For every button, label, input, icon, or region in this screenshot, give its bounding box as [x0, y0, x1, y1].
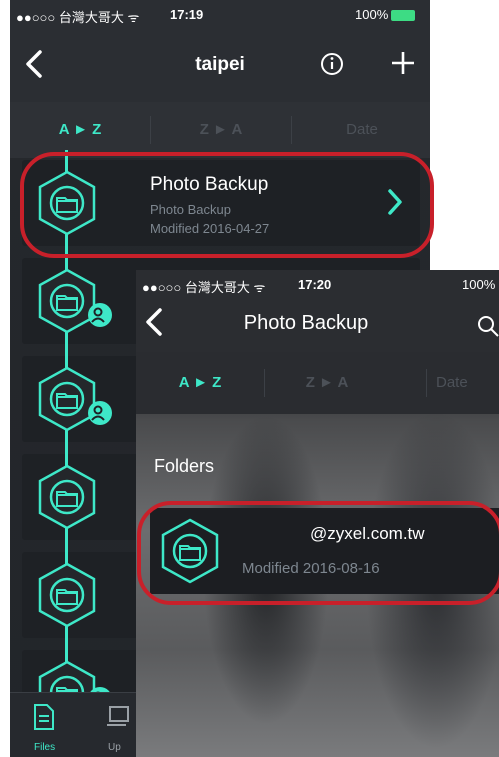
sort-a-z-tab[interactable]: A ► Z	[136, 352, 264, 414]
info-icon[interactable]	[320, 52, 344, 76]
carrier-label: ●●○○○ 台灣大哥大 ᯤ	[16, 10, 140, 25]
clock: 17:20	[298, 277, 332, 292]
tab-upload[interactable]: Up	[90, 693, 136, 757]
divider	[426, 369, 427, 397]
highlight-outline	[20, 152, 434, 258]
sort-date-tab[interactable]: Date	[436, 352, 499, 414]
add-icon[interactable]	[390, 50, 416, 76]
page-title: Photo Backup	[243, 312, 369, 334]
tab-upload-label: Up	[108, 742, 121, 753]
folder-hex-icon	[38, 464, 96, 530]
clock: 17:19	[170, 7, 204, 22]
tab-files[interactable]: Files	[20, 693, 68, 757]
file-icon	[34, 704, 54, 730]
shared-user-icon	[88, 303, 112, 327]
nav-bar: taipei	[10, 28, 430, 98]
section-heading: Folders	[154, 456, 215, 476]
back-arrow-icon[interactable]	[140, 304, 168, 340]
sort-z-a-tab[interactable]: Z ► A	[265, 352, 389, 414]
sort-bar: A ► Z Z ► A Date	[136, 352, 499, 414]
shared-user-icon	[88, 401, 112, 425]
page-title: taipei	[195, 54, 245, 75]
upload-icon	[107, 706, 129, 726]
search-icon[interactable]	[476, 314, 499, 338]
status-bar: ●●○○○ 台灣大哥大 ᯤ 17:19 100%	[10, 0, 430, 28]
battery-level: 100%	[462, 277, 496, 292]
battery-icon	[391, 10, 416, 22]
sort-date-tab[interactable]: Date	[292, 102, 430, 158]
sort-z-a-tab[interactable]: Z ► A	[151, 102, 291, 158]
sort-bar: A ► Z Z ► A Date	[10, 102, 430, 158]
highlight-outline	[137, 501, 499, 605]
sort-a-z-tab[interactable]: A ► Z	[10, 102, 150, 158]
battery-level: 100%	[355, 7, 416, 22]
tab-files-label: Files	[34, 742, 56, 753]
folder-hex-icon	[38, 562, 96, 628]
